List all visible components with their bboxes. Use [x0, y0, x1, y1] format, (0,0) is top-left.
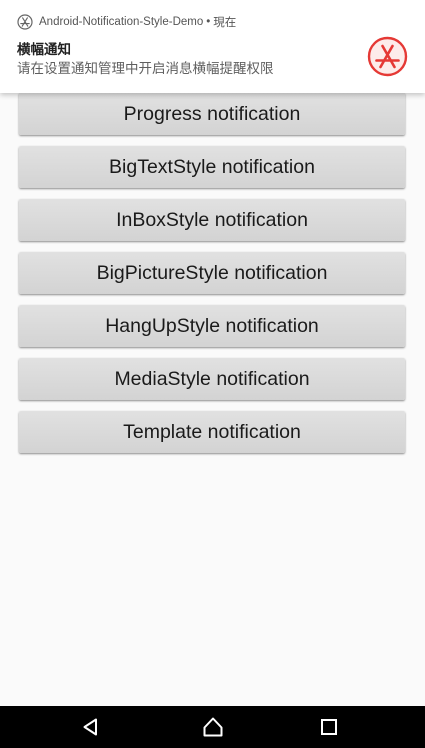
- progress-notification-button[interactable]: Progress notification: [19, 93, 405, 135]
- inboxstyle-notification-button[interactable]: InBoxStyle notification: [19, 199, 405, 241]
- app-store-large-icon: [367, 36, 408, 77]
- heads-up-notification[interactable]: Android-Notification-Style-Demo • 現在 横幅通…: [0, 0, 425, 93]
- notification-text: 请在设置通知管理中开启消息横幅提醒权限: [17, 61, 274, 76]
- bigpicturestyle-notification-button[interactable]: BigPictureStyle notification: [19, 252, 405, 294]
- notification-title: 横幅通知: [17, 42, 71, 57]
- app-screen: Progress notification BigTextStyle notif…: [0, 0, 425, 748]
- app-store-icon: [17, 14, 33, 30]
- home-circle-icon[interactable]: [183, 706, 243, 748]
- notification-app-name: Android-Notification-Style-Demo: [39, 16, 204, 28]
- mediastyle-notification-button[interactable]: MediaStyle notification: [19, 358, 405, 400]
- notification-header: Android-Notification-Style-Demo • 現在: [17, 14, 236, 30]
- recents-square-icon[interactable]: [299, 706, 359, 748]
- hangupstyle-notification-button[interactable]: HangUpStyle notification: [19, 305, 405, 347]
- navigation-bar: [0, 706, 425, 748]
- template-notification-button[interactable]: Template notification: [19, 411, 405, 453]
- back-triangle-icon[interactable]: [61, 706, 121, 748]
- bigtextstyle-notification-button[interactable]: BigTextStyle notification: [19, 146, 405, 188]
- button-list: Progress notification BigTextStyle notif…: [19, 93, 405, 464]
- notification-time: 現在: [213, 17, 237, 29]
- notification-separator: •: [206, 16, 211, 28]
